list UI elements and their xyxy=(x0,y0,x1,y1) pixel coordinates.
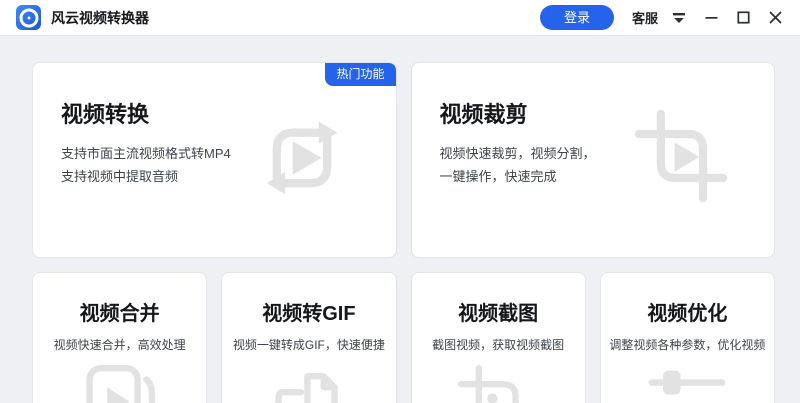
card-description: 视频快速合并，高效处理 xyxy=(33,336,206,353)
card-description: 视频一键转成GIF，快速便捷 xyxy=(222,336,395,353)
card-description: 调整视频各种参数，优化视频 xyxy=(601,336,774,353)
gif-document-icon xyxy=(261,357,357,403)
card-description-line: 支持市面主流视频格式转MP4 xyxy=(61,142,396,165)
close-icon[interactable] xyxy=(764,7,786,29)
card-title: 视频合并 xyxy=(33,297,206,326)
card-description-line: 视频快速裁剪，视频分割， xyxy=(440,142,775,165)
merge-stack-play-icon xyxy=(72,357,168,403)
card-video-optimize[interactable]: 视频优化 调整视频各种参数，优化视频 xyxy=(600,272,775,403)
menu-icon[interactable] xyxy=(668,7,690,29)
app-title: 风云视频转换器 xyxy=(51,8,149,28)
login-button[interactable]: 登录 xyxy=(540,5,614,30)
card-video-merge[interactable]: 视频合并 视频快速合并，高效处理 xyxy=(32,272,207,403)
titlebar-actions: 登录 客服 xyxy=(540,5,786,30)
maximize-icon[interactable] xyxy=(732,7,754,29)
card-title: 视频截图 xyxy=(412,297,585,326)
card-video-to-gif[interactable]: 视频转GIF 视频一键转成GIF，快速便捷 xyxy=(221,272,396,403)
card-title: 视频转GIF xyxy=(222,297,395,326)
app-logo-icon xyxy=(16,5,41,30)
card-video-convert[interactable]: 热门功能 视频转换 支持市面主流视频格式转MP4 支持视频中提取音频 xyxy=(32,62,397,258)
featured-row: 热门功能 视频转换 支持市面主流视频格式转MP4 支持视频中提取音频 视频裁剪 xyxy=(32,62,775,258)
optimize-sliders-icon xyxy=(639,357,735,403)
card-video-crop[interactable]: 视频裁剪 视频快速裁剪，视频分割， 一键操作，快速完成 xyxy=(411,62,776,258)
minimize-icon[interactable] xyxy=(700,7,722,29)
main-content: 热门功能 视频转换 支持市面主流视频格式转MP4 支持视频中提取音频 视频裁剪 xyxy=(0,36,800,403)
support-link[interactable]: 客服 xyxy=(632,8,658,27)
app-window: 风云视频转换器 登录 客服 xyxy=(0,0,800,403)
tools-row: 视频合并 视频快速合并，高效处理 视频转GIF 视频一键转成GIF，快速便捷 xyxy=(32,272,775,403)
card-description-line: 支持视频中提取音频 xyxy=(61,165,396,188)
card-description: 截图视频，获取视频截图 xyxy=(412,336,585,353)
card-title: 视频优化 xyxy=(601,297,774,326)
hot-feature-badge: 热门功能 xyxy=(325,63,395,86)
card-video-screenshot[interactable]: 视频截图 截图视频，获取视频截图 xyxy=(411,272,586,403)
screenshot-crop-photo-icon xyxy=(450,357,546,403)
titlebar: 风云视频转换器 登录 客服 xyxy=(0,0,800,36)
card-title: 视频转换 xyxy=(61,97,396,129)
card-description-line: 一键操作，快速完成 xyxy=(440,165,775,188)
card-title: 视频裁剪 xyxy=(440,97,775,129)
